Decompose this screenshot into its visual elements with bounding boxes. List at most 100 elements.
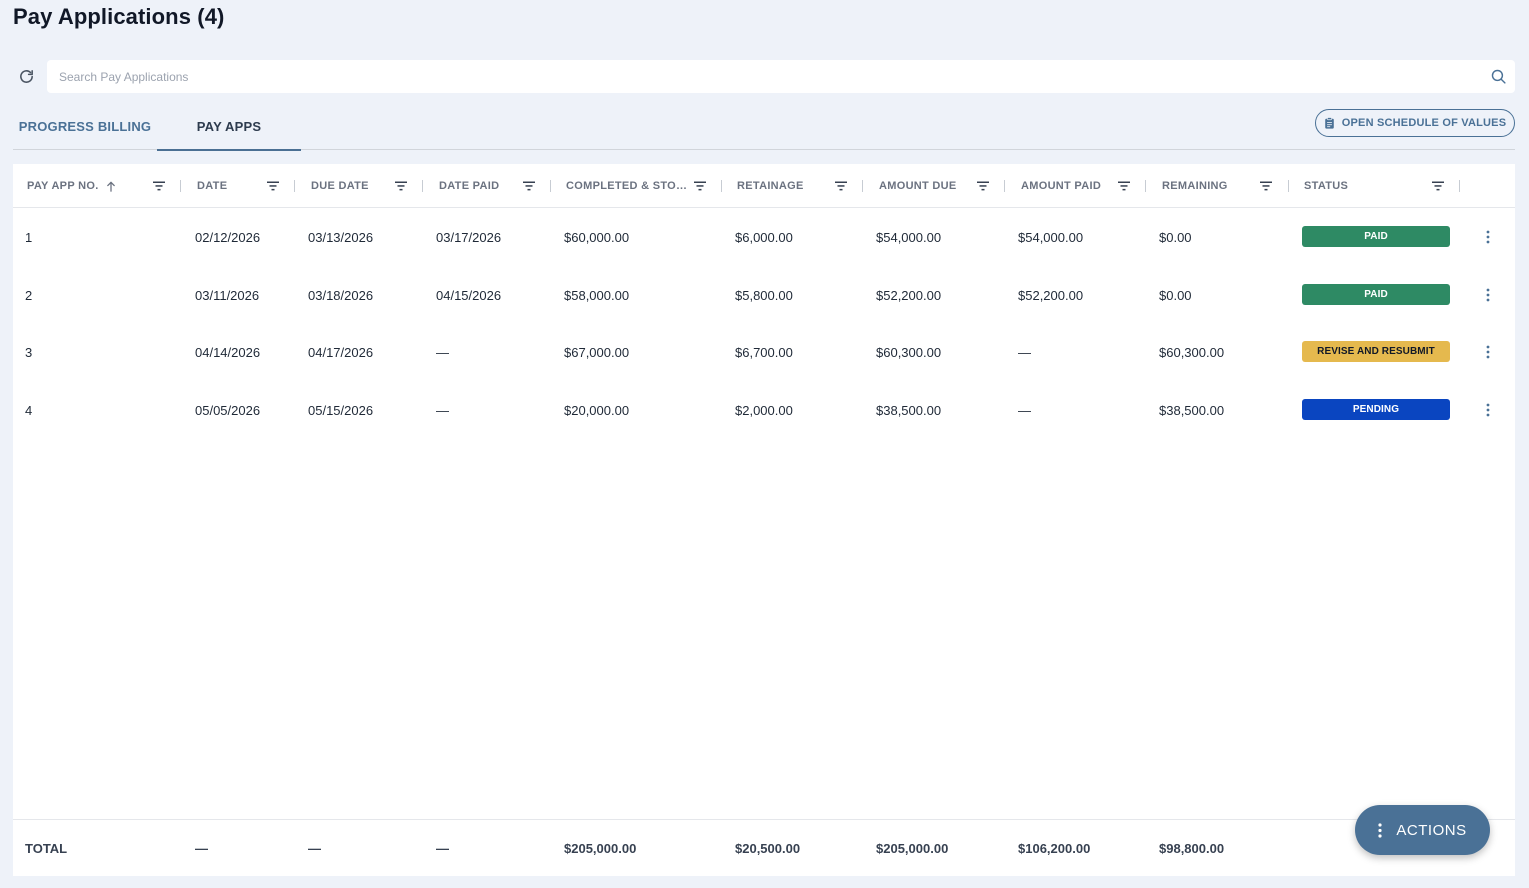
column-separator[interactable] (1145, 180, 1146, 192)
column-separator[interactable] (550, 180, 551, 192)
tab-bar: PROGRESS BILLING PAY APPS (13, 104, 1515, 151)
table-row[interactable]: 4 05/05/2026 05/15/2026 — $20,000.00 $2,… (13, 381, 1515, 439)
column-header-date-paid[interactable]: DATE PAID (439, 164, 519, 208)
column-header-label: STATUS (1304, 180, 1349, 192)
column-separator[interactable] (422, 180, 423, 192)
cell-date: 02/12/2026 (195, 229, 261, 245)
filter-icon[interactable] (522, 179, 536, 193)
table-row[interactable]: 1 02/12/2026 03/13/2026 03/17/2026 $60,0… (13, 208, 1515, 266)
status-badge: PAID (1302, 284, 1450, 305)
cell-retainage: $6,700.00 (735, 344, 793, 360)
cell-date-paid: — (436, 402, 449, 418)
actions-label: ACTIONS (1396, 821, 1467, 839)
column-header-due-date[interactable]: DUE DATE (311, 164, 391, 208)
cell-pay-app-no: 4 (25, 402, 33, 418)
filter-icon[interactable] (266, 179, 280, 193)
column-header-label: PAY APP NO. (27, 180, 99, 192)
column-separator[interactable] (1459, 180, 1460, 192)
cell-due-date: 03/18/2026 (308, 287, 374, 303)
filter-icon[interactable] (394, 179, 408, 193)
cell-due-date: 03/13/2026 (308, 229, 374, 245)
row-menu-button[interactable] (1478, 227, 1498, 247)
search-button[interactable] (1481, 60, 1515, 93)
status-badge: PENDING (1302, 399, 1450, 420)
cell-amount-paid: $52,200.00 (1018, 287, 1084, 303)
more-vertical-icon (1486, 345, 1490, 359)
cell-date: 03/11/2026 (195, 287, 260, 303)
filter-icon[interactable] (693, 179, 707, 193)
column-header-amount-due[interactable]: AMOUNT DUE (879, 164, 969, 208)
table-row[interactable]: 2 03/11/2026 03/18/2026 04/15/2026 $58,0… (13, 266, 1515, 324)
column-header-label: COMPLETED & STOR... (566, 180, 688, 192)
tab-progress-billing[interactable]: PROGRESS BILLING (13, 104, 157, 149)
column-header-label: AMOUNT PAID (1021, 180, 1102, 192)
filter-icon[interactable] (1117, 179, 1131, 193)
status-badge: REVISE AND RESUBMIT (1302, 341, 1450, 362)
column-separator[interactable] (294, 180, 295, 192)
column-header-label: REMAINING (1162, 180, 1228, 192)
grid-header: PAY APP NO. DATE DUE DATE DATE PAID COMP… (13, 164, 1515, 208)
totals-row: TOTAL — — — $205,000.00 $20,500.00 $205,… (13, 819, 1515, 876)
open-schedule-of-values-button[interactable]: OPEN SCHEDULE OF VALUES (1315, 109, 1515, 137)
filter-icon[interactable] (152, 179, 166, 193)
total-retainage: $20,500.00 (735, 841, 801, 856)
column-separator[interactable] (862, 180, 863, 192)
filter-icon[interactable] (1259, 179, 1273, 193)
column-header-remaining[interactable]: REMAINING (1162, 164, 1252, 208)
column-header-label: DATE PAID (439, 180, 500, 192)
cell-date: 04/14/2026 (195, 344, 261, 360)
cell-date: 05/05/2026 (195, 402, 261, 418)
total-amount-due: $205,000.00 (876, 841, 949, 856)
cell-pay-app-no: 3 (25, 344, 33, 360)
cell-retainage: $6,000.00 (735, 229, 793, 245)
cell-amount-due: $60,300.00 (876, 344, 942, 360)
cell-completed-stored: $67,000.00 (564, 344, 630, 360)
actions-button[interactable]: ACTIONS (1355, 805, 1490, 855)
row-menu-button[interactable] (1478, 342, 1498, 362)
column-separator[interactable] (180, 180, 181, 192)
cell-date-paid: 04/15/2026 (436, 287, 502, 303)
tab-pay-apps[interactable]: PAY APPS (157, 104, 301, 151)
cell-date-paid: 03/17/2026 (436, 229, 502, 245)
column-header-label: AMOUNT DUE (879, 180, 957, 192)
cell-remaining: $38,500.00 (1159, 402, 1225, 418)
column-header-label: DATE (197, 180, 228, 192)
cell-amount-paid: — (1018, 344, 1031, 360)
column-header-retainage[interactable]: RETAINAGE (737, 164, 827, 208)
total-due-date: — (308, 841, 321, 856)
column-header-date[interactable]: DATE (197, 164, 267, 208)
filter-icon[interactable] (976, 179, 990, 193)
cell-amount-paid: — (1018, 402, 1031, 418)
column-separator[interactable] (1288, 180, 1289, 192)
column-header-amount-paid[interactable]: AMOUNT PAID (1021, 164, 1113, 208)
total-remaining: $98,800.00 (1159, 841, 1225, 856)
cell-pay-app-no: 2 (25, 287, 33, 303)
column-separator[interactable] (721, 180, 722, 192)
column-header-completed-stored[interactable]: COMPLETED & STOR... (566, 164, 688, 208)
total-amount-paid: $106,200.00 (1018, 841, 1091, 856)
cell-retainage: $2,000.00 (735, 402, 793, 418)
column-header-pay-app-no[interactable]: PAY APP NO. (27, 164, 167, 208)
cell-due-date: 05/15/2026 (308, 402, 374, 418)
table-row[interactable]: 3 04/14/2026 04/17/2026 — $67,000.00 $6,… (13, 323, 1515, 381)
search-icon (1491, 69, 1506, 84)
more-vertical-icon (1378, 822, 1383, 838)
search-input[interactable] (47, 60, 1481, 93)
more-vertical-icon (1486, 288, 1490, 302)
column-separator[interactable] (1004, 180, 1005, 192)
column-header-label: RETAINAGE (737, 180, 804, 192)
total-completed-stored: $205,000.00 (564, 841, 637, 856)
filter-icon[interactable] (1431, 179, 1445, 193)
pay-apps-grid: PAY APP NO. DATE DUE DATE DATE PAID COMP… (13, 164, 1515, 876)
cell-completed-stored: $60,000.00 (564, 229, 630, 245)
row-menu-button[interactable] (1478, 285, 1498, 305)
refresh-icon (19, 69, 33, 83)
cell-completed-stored: $58,000.00 (564, 287, 630, 303)
filter-icon[interactable] (834, 179, 848, 193)
row-menu-button[interactable] (1478, 400, 1498, 420)
cell-amount-due: $38,500.00 (876, 402, 942, 418)
total-date-paid: — (436, 841, 449, 856)
refresh-button[interactable] (14, 64, 38, 88)
column-header-status[interactable]: STATUS (1304, 164, 1394, 208)
totals-label: TOTAL (25, 841, 68, 856)
